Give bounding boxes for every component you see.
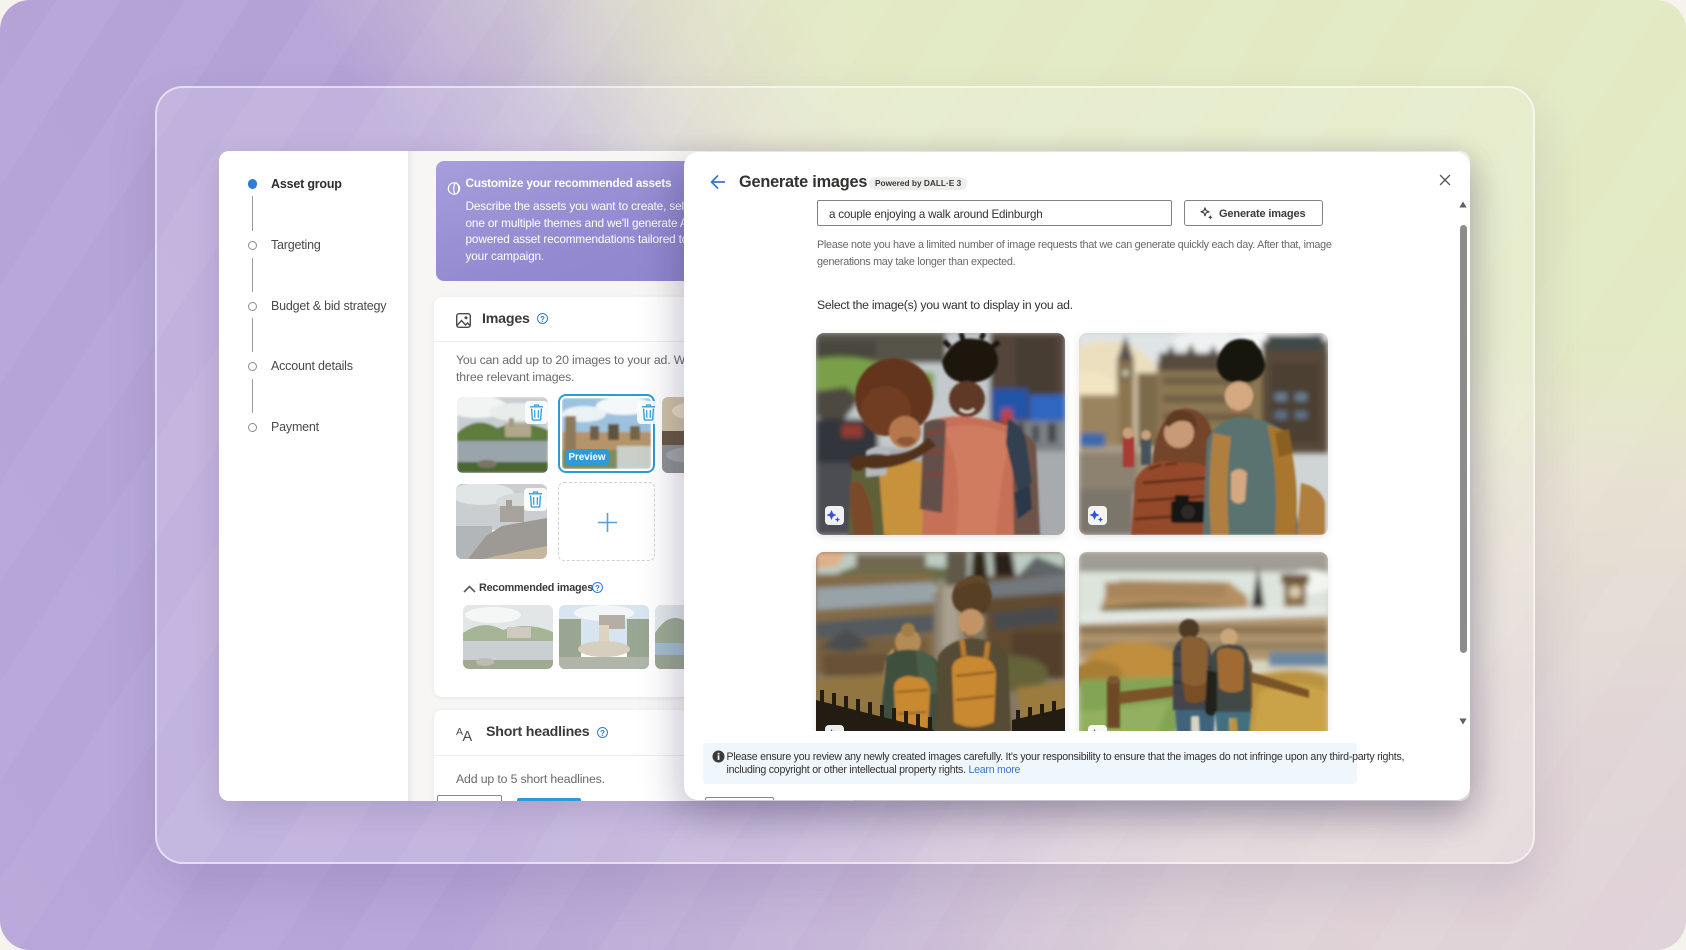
- svg-text:A: A: [463, 729, 473, 742]
